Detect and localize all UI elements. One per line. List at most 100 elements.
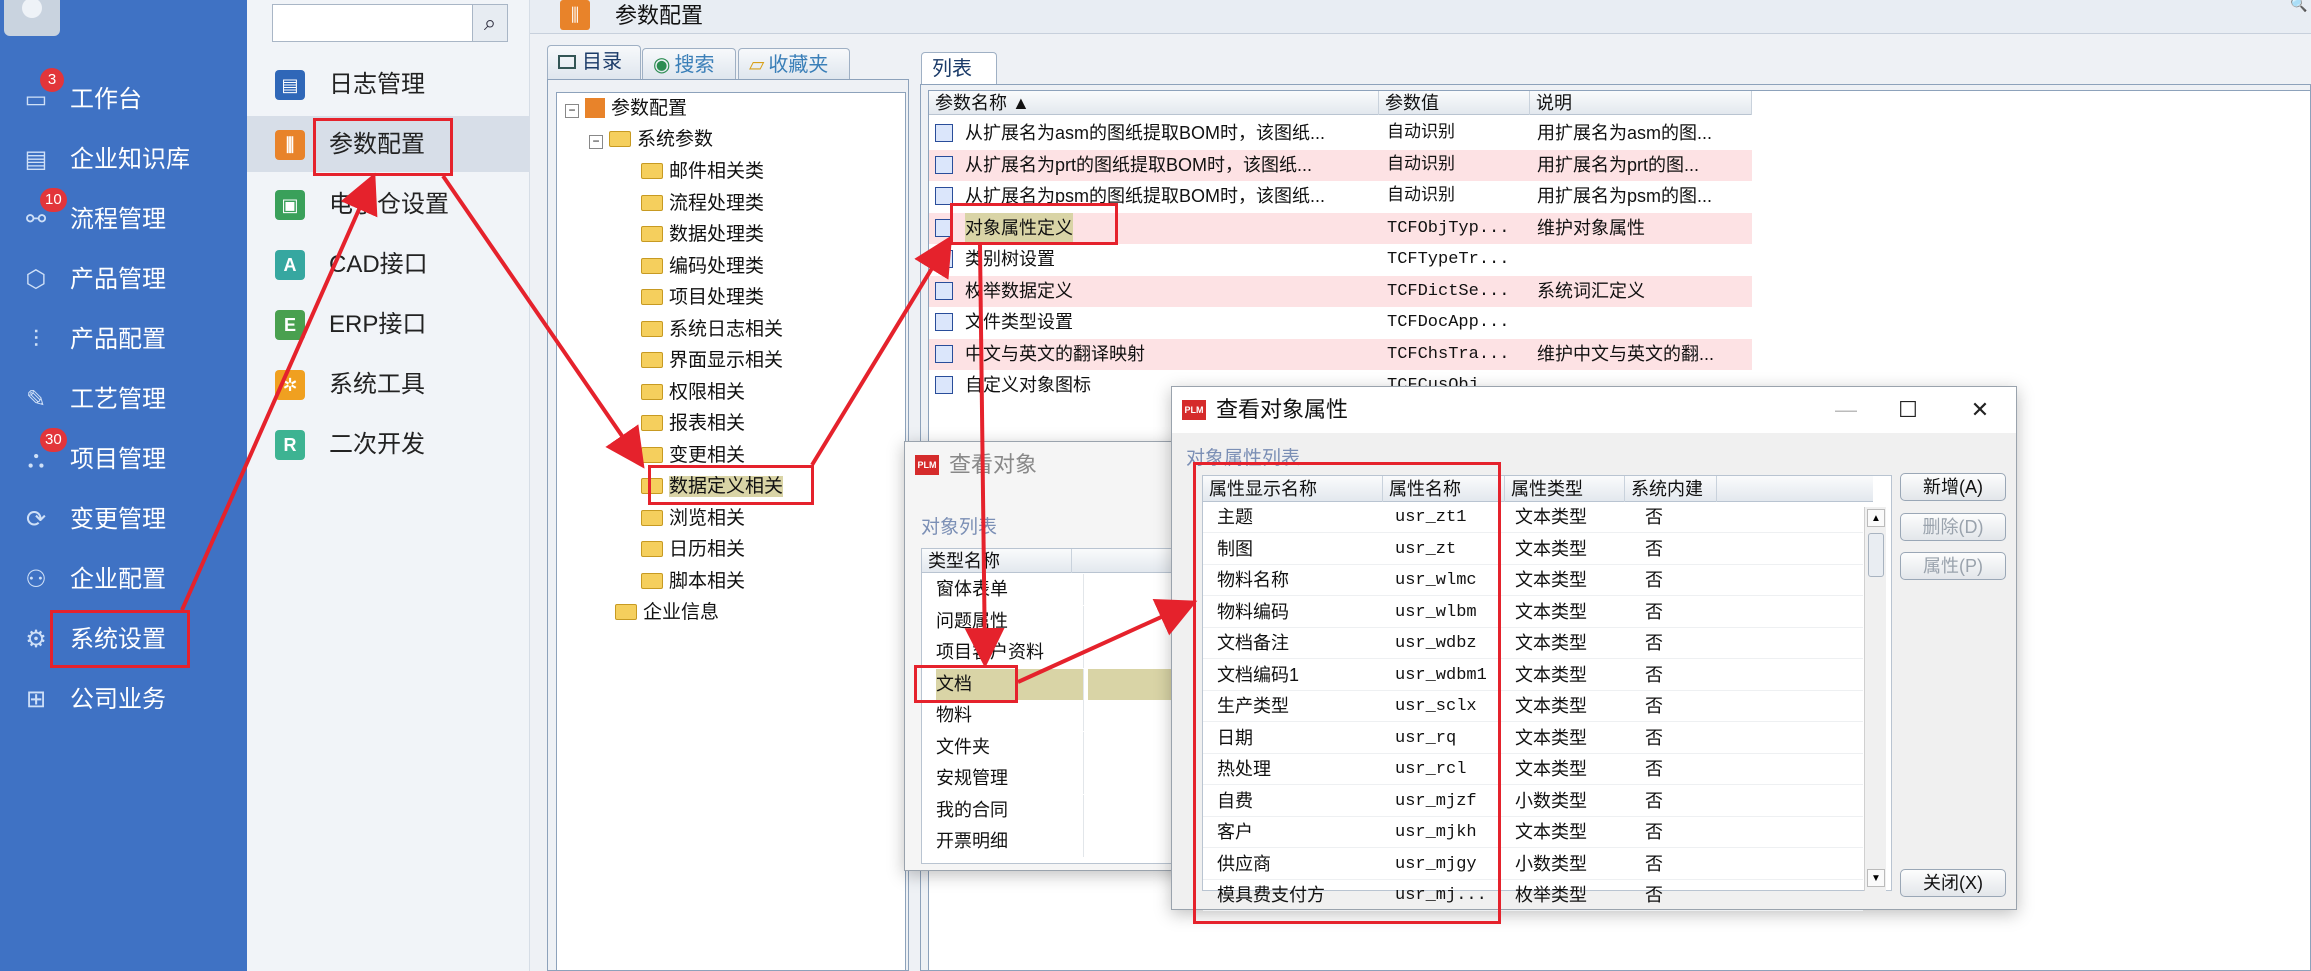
close-icon[interactable]: ✕ [1960,395,2000,425]
properties-button[interactable]: 属性(P) [1900,552,2006,580]
attr-cell-2: 文本类型 [1515,570,1587,590]
maximize-icon[interactable]: ☐ [1888,395,1928,425]
search-icon[interactable]: ⌕ [472,4,508,42]
tree-node-label: 数据处理类 [669,224,765,245]
nav-item-0[interactable]: ▭ 工作台 3 [0,68,247,128]
table-row[interactable]: 从扩展名为prt的图纸提取BOM时，该图纸... 自动识别 用扩展名为prt的图..… [929,149,1752,181]
col-attr-builtin[interactable]: 系统内建 [1625,476,1717,502]
tree-node[interactable]: 界面显示相关 [641,349,783,373]
sliders-icon: ⫶ [33,326,39,353]
collapse-icon[interactable]: − [589,135,603,149]
tree-node[interactable]: 报表相关 [641,412,745,436]
tab-search[interactable]: ◉ 搜索 [642,48,736,79]
add-button[interactable]: 新增(A) [1900,473,2006,501]
tree-node[interactable]: 日历相关 [641,538,745,562]
plm-logo-icon: PLM [915,455,939,475]
tools-icon: ✲ [275,370,305,400]
nav-item-label: 企业知识库 [70,146,190,173]
nav-item-4[interactable]: ⫶ 产品配置 [0,312,247,368]
folder-icon [641,541,663,557]
tree-node-label: 变更相关 [669,444,746,466]
subnav-item-label: CAD接口 [329,251,428,278]
tree-node[interactable]: 数据处理类 [641,223,764,247]
tree-node[interactable]: 权限相关 [641,381,745,405]
attr-cell-2: 文本类型 [1515,822,1587,842]
page-title: 参数配置 [615,3,704,28]
nav-item-label: 项目管理 [70,446,166,473]
subnav-item-6[interactable]: R 二次开发 [247,416,530,472]
table-row[interactable]: 枚举数据定义 TCFDictSe... 系统词汇定义 [929,275,1752,307]
table-row[interactable]: 文件类型设置 TCFDocApp... [929,307,1752,338]
col-param-name[interactable]: 参数名称 ▲ [929,91,1379,115]
col-param-desc[interactable]: 说明 [1530,91,1752,115]
subnav-item-5[interactable]: ✲ 系统工具 [247,356,530,412]
folder-icon [641,383,663,400]
param-value: TCFObjTyp... [1387,218,1510,238]
params-icon: ⫼ [275,130,305,160]
tree-node[interactable]: 变更相关 [641,444,745,468]
nav-item-10[interactable]: ⊞ 公司业务 [0,672,247,728]
avatar[interactable] [4,0,60,36]
tab-list[interactable]: 列表 [921,52,997,86]
tree-node[interactable]: 流程处理类 [641,192,764,216]
table-row[interactable]: 中文与英文的翻译映射 TCFChsTra... 维护中文与英文的翻... [929,338,1752,370]
param-desc: 维护对象属性 [1537,217,1645,238]
col-type-name[interactable]: 类型名称 [922,549,1072,573]
nav-item-7[interactable]: ⟳ 变更管理 [0,492,247,548]
tree-node[interactable]: 项目处理类 [641,286,764,310]
collapse-icon[interactable]: − [565,104,579,118]
nav-item-2[interactable]: ⚯ 流程管理 10 [0,188,247,248]
folder-icon [641,257,663,274]
attr-cell-2: 文本类型 [1515,601,1587,622]
tree-node[interactable]: 脚本相关 [641,570,745,594]
tree-node-label: 报表相关 [669,413,746,434]
list-item[interactable]: 窗体表单 [922,574,1205,605]
nav-item-5[interactable]: ✎ 工艺管理 [0,372,247,428]
param-name: 自定义对象图标 [965,375,1091,395]
table-row[interactable]: 类别树设置 TCFTypeTr... [929,244,1752,275]
scroll-down-icon[interactable]: ▼ [1867,869,1885,887]
scroll-up-icon[interactable]: ▲ [1867,509,1885,527]
nav-item-8[interactable]: ⚇ 企业配置 [0,552,247,608]
tree-node[interactable]: 系统日志相关 [641,318,783,342]
tree-group[interactable]: − 系统参数 [589,128,713,152]
subnav-item-3[interactable]: A CAD接口 [247,236,530,292]
list-item[interactable]: 文件夹 [922,731,1205,763]
nav-item-1[interactable]: ▤ 企业知识库 [0,132,247,188]
tab-favorites[interactable]: ▱ 收藏夹 [738,48,850,79]
tree-node[interactable]: 浏览相关 [641,507,745,531]
col-attr-type[interactable]: 属性类型 [1505,476,1625,502]
view-objects-dialog: PLM 查看对象 对象列表 类型名称 窗体表单 问题属性 项目客户资料 文档 物料 文件夹安… [904,441,1211,871]
minimize-icon[interactable]: — [1826,395,1866,425]
tree-root[interactable]: − 参数配置 [565,97,687,121]
nav-item-6[interactable]: ⛬ 项目管理 30 [0,428,247,488]
param-desc: 维护中文与英文的翻... [1537,343,1715,364]
subnav-item-0[interactable]: ▤ 日志管理 [247,56,530,112]
list-item[interactable]: 物料 [922,700,1205,731]
list-item[interactable]: 开票明细 [922,826,1205,857]
list-item[interactable]: 项目客户资料 [922,637,1205,668]
nav-item-label: 变更管理 [70,506,166,533]
nav-item-3[interactable]: ⬡ 产品管理 [0,252,247,308]
type-name: 开票明细 [936,826,1084,857]
tree-node[interactable]: 编码处理类 [641,255,764,279]
object-list-label: 对象列表 [921,517,998,538]
attr-cell-2: 文本类型 [1515,696,1587,716]
folder-icon [615,604,637,620]
delete-button[interactable]: 删除(D) [1900,513,2006,541]
close-button[interactable]: 关闭(X) [1900,869,2006,897]
scroll-thumb[interactable] [1868,533,1884,577]
subnav-item-4[interactable]: E ERP接口 [247,296,530,352]
col-param-value[interactable]: 参数值 [1379,91,1530,115]
tree-sibling[interactable]: 企业信息 [615,601,719,625]
tree-node[interactable]: 邮件相关类 [641,160,764,184]
subnav-item-2[interactable]: ▣ 电子仓设置 [247,176,530,232]
tab-directory[interactable]: 目录 [547,45,641,79]
header-search-icon[interactable]: 🔍 [2290,0,2307,13]
highlight-document [914,665,1018,703]
table-row[interactable]: 从扩展名为asm的图纸提取BOM时，该图纸... 自动识别 用扩展名为asm的图..… [929,118,1752,149]
list-item[interactable]: 安规管理 [922,763,1205,794]
list-item[interactable]: 问题属性 [922,605,1205,637]
attr-scrollbar[interactable]: ▲ ▼ [1864,507,1886,891]
list-item[interactable]: 我的合同 [922,794,1205,826]
